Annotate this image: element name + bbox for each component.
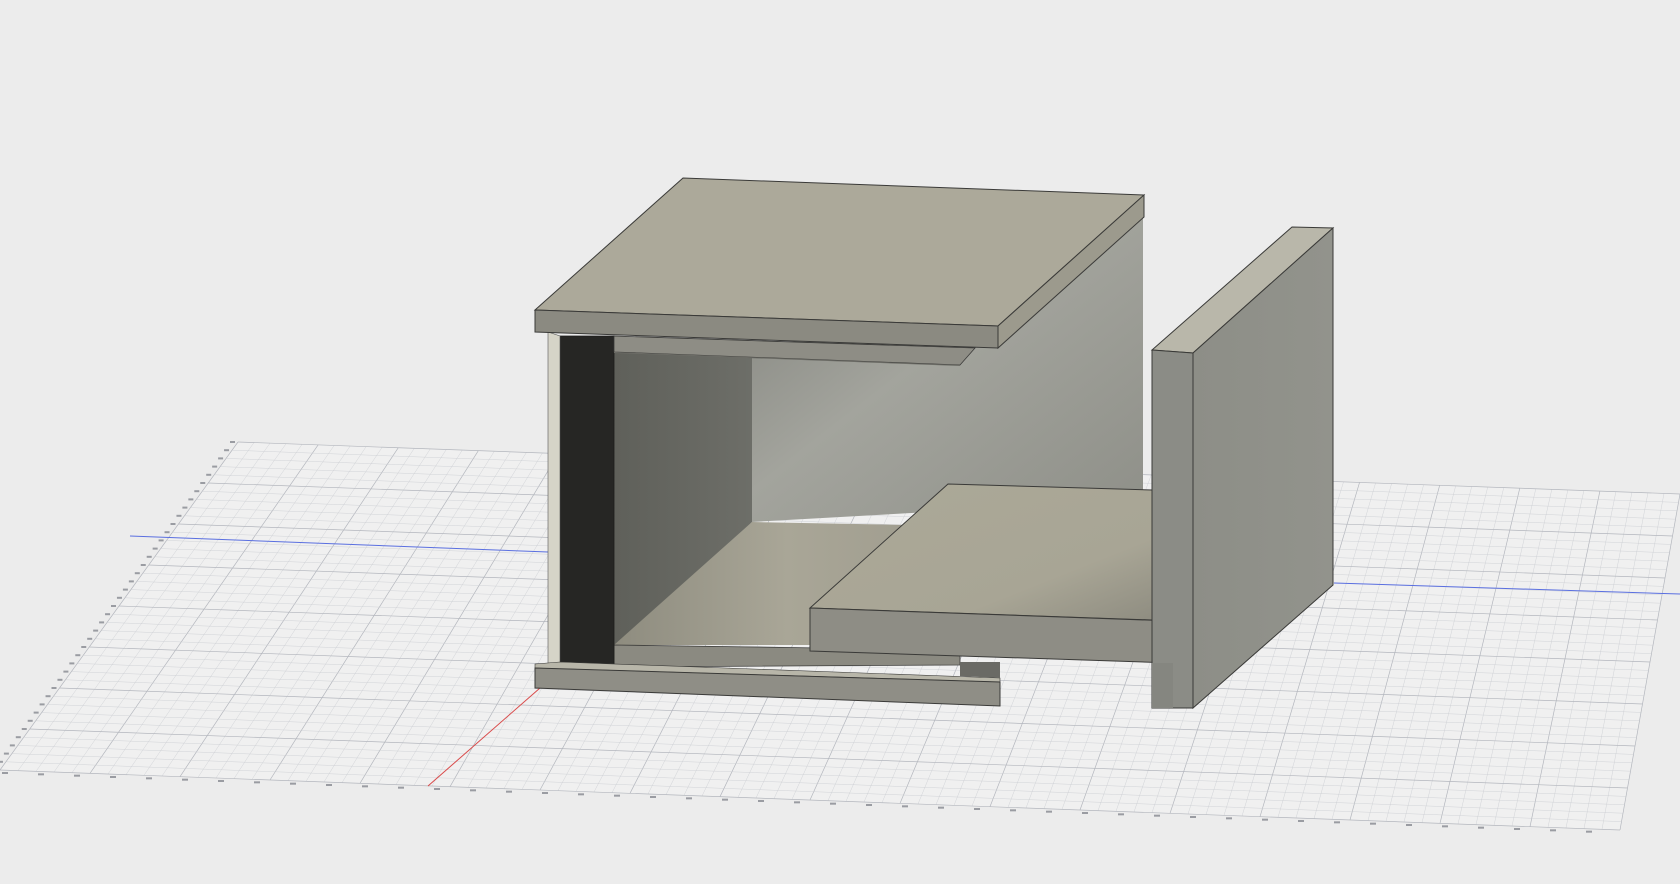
tick-mark <box>21 728 27 730</box>
tick-mark <box>0 760 3 763</box>
tick-mark <box>2 772 8 774</box>
tick-mark <box>39 703 45 706</box>
tick-mark <box>218 457 224 460</box>
tick-mark <box>224 449 230 452</box>
tick-mark <box>1550 829 1556 832</box>
tick-mark <box>686 797 692 800</box>
tick-mark <box>194 490 200 493</box>
tick-mark <box>434 788 440 790</box>
shelf-underside-shadow <box>960 662 1000 678</box>
tick-mark <box>81 646 87 648</box>
tick-mark <box>1514 828 1520 830</box>
tick-mark <box>1586 830 1592 833</box>
tick-mark <box>506 790 512 793</box>
tick-mark <box>254 781 260 784</box>
tick-mark <box>74 774 80 777</box>
tick-mark <box>87 637 93 640</box>
tick-mark <box>1298 820 1304 822</box>
tick-mark <box>45 695 51 698</box>
tick-mark <box>38 773 44 776</box>
tick-mark <box>1082 812 1088 814</box>
tick-mark <box>1154 814 1160 817</box>
left-side-panel[interactable] <box>559 335 615 668</box>
tick-mark <box>188 498 194 501</box>
tick-mark <box>200 482 206 484</box>
tick-mark <box>830 802 836 805</box>
tick-mark <box>542 792 548 794</box>
tick-mark <box>63 670 69 673</box>
tick-mark <box>111 605 116 607</box>
tick-mark <box>99 621 105 624</box>
door-panel-front[interactable] <box>1151 349 1194 709</box>
tick-mark <box>1478 826 1484 829</box>
3d-viewport[interactable] <box>0 0 1680 884</box>
tick-mark <box>470 789 476 792</box>
tick-mark <box>1118 813 1124 816</box>
tick-mark <box>140 564 146 566</box>
tick-mark <box>152 547 158 550</box>
tick-mark <box>1010 809 1016 812</box>
tick-mark <box>105 613 111 616</box>
tick-mark <box>1406 824 1412 826</box>
tick-mark <box>722 798 728 801</box>
tick-mark <box>1370 822 1376 825</box>
tick-mark <box>170 523 176 525</box>
tick-mark <box>69 662 75 665</box>
tick-mark <box>134 572 140 575</box>
tick-mark <box>75 654 81 657</box>
door-panel-foot[interactable] <box>1152 663 1173 708</box>
tick-mark <box>1334 821 1340 824</box>
tick-mark <box>1442 825 1448 828</box>
tick-mark <box>176 514 182 517</box>
tick-mark <box>182 778 188 781</box>
tick-mark <box>578 793 584 796</box>
tick-mark <box>650 796 656 798</box>
tick-mark <box>33 711 39 714</box>
tick-mark <box>218 780 224 782</box>
tick-mark <box>182 506 188 509</box>
tick-mark <box>1046 810 1052 813</box>
tick-mark <box>3 752 9 755</box>
left-panel-edge[interactable] <box>547 331 561 668</box>
viewport-canvas[interactable] <box>0 0 1680 884</box>
tick-mark <box>794 801 800 804</box>
tick-mark <box>212 465 218 468</box>
tick-mark <box>974 808 980 810</box>
tick-mark <box>15 736 21 739</box>
tick-mark <box>1190 816 1196 818</box>
tick-mark <box>758 800 764 802</box>
tick-mark <box>51 687 57 689</box>
tick-mark <box>902 805 908 808</box>
tick-mark <box>116 596 122 599</box>
tick-mark <box>93 629 99 632</box>
tick-mark <box>27 719 33 722</box>
tick-mark <box>866 804 872 806</box>
tick-mark <box>230 441 235 443</box>
tick-mark <box>122 588 128 591</box>
cabinet-model[interactable] <box>533 177 1335 710</box>
tick-mark <box>398 786 404 789</box>
tick-mark <box>206 473 212 476</box>
tick-mark <box>326 784 332 786</box>
tick-mark <box>1262 818 1268 821</box>
tick-mark <box>614 794 620 797</box>
tick-mark <box>110 776 116 778</box>
tick-mark <box>362 785 368 788</box>
tick-mark <box>57 678 63 681</box>
tick-mark <box>938 806 944 809</box>
tick-mark <box>290 782 296 785</box>
tick-mark <box>128 580 134 583</box>
tick-mark <box>146 555 152 558</box>
tick-mark <box>158 539 164 542</box>
tick-mark <box>9 744 15 747</box>
tick-mark <box>1226 817 1232 820</box>
tick-mark <box>164 531 170 534</box>
tick-mark <box>146 777 152 780</box>
